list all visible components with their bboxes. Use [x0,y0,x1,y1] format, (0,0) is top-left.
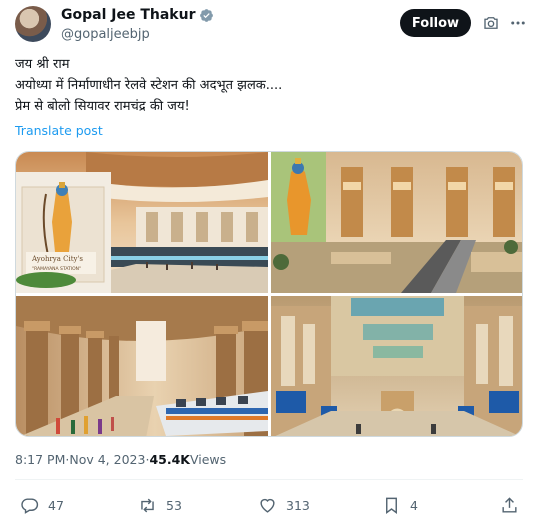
post-meta: 8:17 PM · Nov 4, 2023 · 45.4K Views [15,452,226,467]
share-button[interactable] [500,494,519,516]
media-image-4[interactable] [271,296,522,436]
author-name-row: Gopal Jee Thakur [61,7,214,23]
repost-button[interactable]: 53 [138,494,182,516]
author-handle[interactable]: @gopaljeebjp [61,27,150,42]
views-count: 45.4K [149,452,190,467]
reply-icon [21,497,39,514]
bookmark-count: 4 [410,497,418,513]
tweet-line: अयोध्या में निर्माणाधीन रेलवे स्टेशन की … [15,78,283,93]
bookmark-button[interactable]: 4 [382,494,418,516]
reply-button[interactable]: 47 [20,494,64,516]
action-bar: 47 53 313 4 [0,494,536,518]
reply-count: 47 [48,497,64,513]
media-grid: Ayohrya City's "RAMAYANA STATION" [15,151,523,437]
tweet-text: जय श्री राम अयोध्या में निर्माणाधीन रेलव… [15,54,515,117]
heart-icon [260,498,275,513]
media-image-1[interactable]: Ayohrya City's "RAMAYANA STATION" [16,152,268,293]
translate-post-link[interactable]: Translate post [15,123,103,138]
repost-count: 53 [166,497,182,513]
post-time[interactable]: 8:17 PM [15,452,65,467]
repost-icon [141,498,154,512]
share-icon [502,496,517,513]
tweet-line: जय श्री राम [15,57,70,72]
media-image-3[interactable] [16,296,268,436]
divider [15,479,523,480]
post-date[interactable]: Nov 4, 2023 [69,452,145,467]
sign-text: Ayohrya City's [31,255,83,263]
camera-icon[interactable] [482,14,500,32]
tweet-line: प्रेम से बोलो सियावर रामचंद्र की जय! [15,99,190,114]
follow-button[interactable]: Follow [400,9,471,37]
verified-badge-icon [200,8,214,22]
sign-subtext: "RAMAYANA STATION" [32,266,81,272]
display-name[interactable]: Gopal Jee Thakur [61,7,195,23]
bookmark-icon [386,497,397,514]
avatar[interactable] [15,6,51,42]
more-icon[interactable] [509,14,527,32]
media-image-2[interactable] [271,152,522,293]
like-button[interactable]: 313 [258,494,310,516]
views-label: Views [189,452,227,467]
like-count: 313 [286,497,310,513]
